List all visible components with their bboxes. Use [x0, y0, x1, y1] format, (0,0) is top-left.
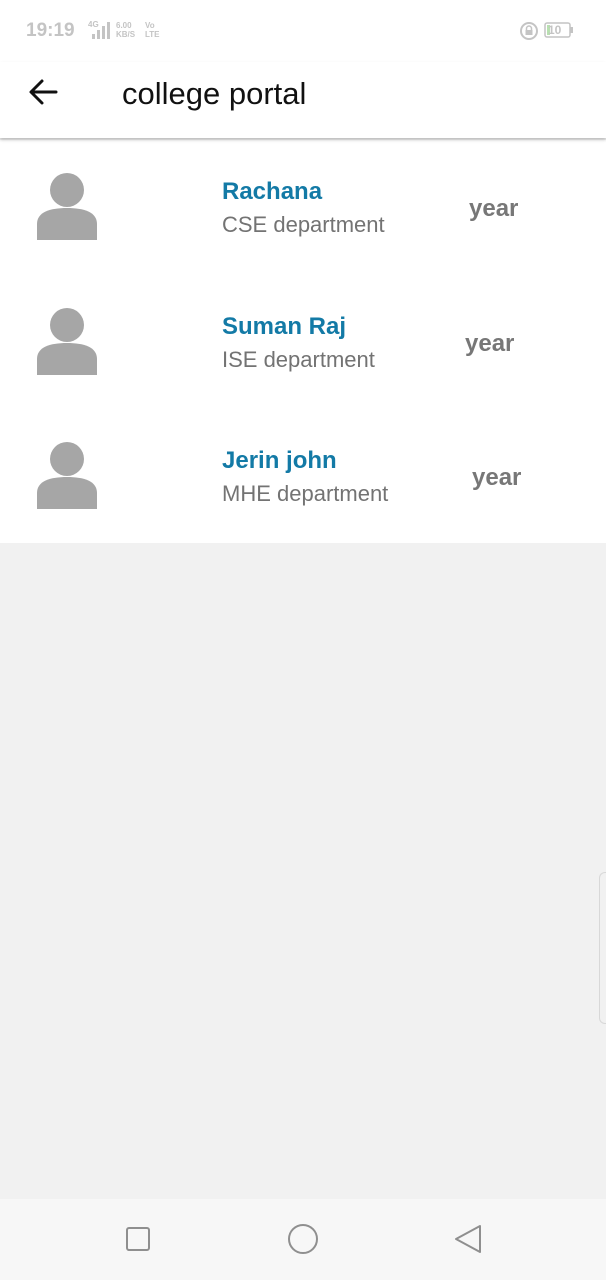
list-item[interactable]: Suman Raj ISE department year [0, 275, 606, 409]
status-time: 19:19 [26, 20, 75, 41]
volte-bottom: LTE [145, 30, 160, 39]
student-list: Rachana CSE department year Suman Raj IS… [0, 140, 606, 543]
student-department: CSE department [222, 212, 385, 237]
battery-level: 10 [548, 23, 562, 37]
student-name: Jerin john [222, 447, 337, 474]
student-name: Suman Raj [222, 313, 347, 340]
student-department: ISE department [222, 347, 375, 372]
student-year: year [472, 464, 522, 491]
back-triangle-icon[interactable] [451, 1221, 487, 1257]
list-item[interactable]: Rachana CSE department year [0, 140, 606, 274]
speed-unit: KB/S [116, 30, 136, 39]
person-avatar-icon [37, 173, 97, 240]
app-bar: college portal [0, 62, 606, 138]
lock-icon [520, 22, 538, 40]
speed-value: 6.00 [116, 21, 132, 30]
edge-panel-handle[interactable] [599, 872, 606, 1024]
student-year: year [465, 330, 515, 357]
person-avatar-icon [37, 442, 97, 509]
arrow-left-icon [29, 79, 58, 105]
recent-apps-icon[interactable] [120, 1221, 156, 1257]
volte-top: Vo [145, 21, 155, 30]
home-icon[interactable] [285, 1221, 321, 1257]
list-item[interactable]: Jerin john MHE department year [0, 409, 606, 543]
back-button[interactable] [24, 74, 68, 118]
student-year: year [469, 195, 519, 222]
student-name: Rachana [222, 178, 323, 205]
system-nav-bar [0, 1199, 606, 1280]
student-department: MHE department [222, 481, 389, 506]
signal-icon [92, 22, 110, 39]
page-title: college portal [122, 76, 307, 111]
status-bar: 19:19 4G 6.00 KB/S Vo LTE 10 [0, 0, 606, 62]
person-avatar-icon [37, 308, 97, 375]
